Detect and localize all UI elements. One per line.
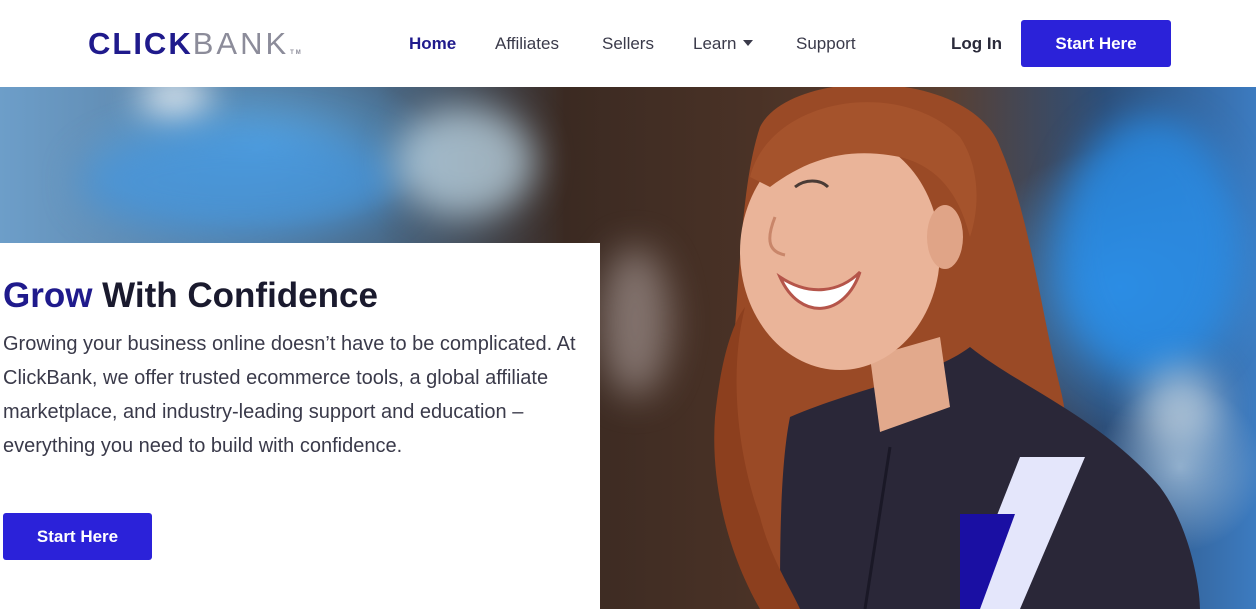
header-start-here-button[interactable]: Start Here	[1021, 20, 1171, 67]
nav-item-support[interactable]: Support	[796, 32, 856, 56]
background-blur-light	[395, 107, 535, 217]
logo-trademark: TM	[290, 50, 303, 56]
hero-headline-rest: With Confidence	[92, 276, 378, 315]
hero-text-card: Grow With Confidence Growing your busine…	[0, 243, 600, 609]
nav-item-affiliates[interactable]: Affiliates	[495, 32, 559, 56]
caret-down-icon	[743, 40, 754, 46]
smiling-woman-photo	[714, 87, 1200, 609]
decorative-slash-shape	[960, 457, 1085, 609]
background-blur-light	[140, 87, 210, 117]
nav-item-learn-label: Learn	[693, 34, 737, 53]
hero-start-here-button[interactable]: Start Here	[3, 513, 152, 560]
hero-headline-accent: Grow	[3, 276, 93, 315]
logo-bank-text: BANK	[192, 26, 290, 61]
clickbank-logo[interactable]: CLICKBANKTM	[88, 26, 303, 71]
nav-item-learn[interactable]: Learn	[693, 32, 754, 56]
site-header: CLICKBANKTM Home Affiliates Sellers Lear…	[0, 0, 1256, 87]
nav-item-sellers[interactable]: Sellers	[602, 32, 654, 56]
background-blur-light	[80, 127, 400, 237]
hero-description: Growing your business online doesn’t hav…	[3, 333, 576, 457]
nav-item-home[interactable]: Home	[409, 32, 456, 56]
logo-click-text: CLICK	[88, 26, 193, 61]
hero-headline: Grow With Confidence	[3, 275, 378, 317]
login-link[interactable]: Log In	[951, 32, 1002, 56]
hero-section: Grow With Confidence Growing your busine…	[0, 87, 1256, 609]
